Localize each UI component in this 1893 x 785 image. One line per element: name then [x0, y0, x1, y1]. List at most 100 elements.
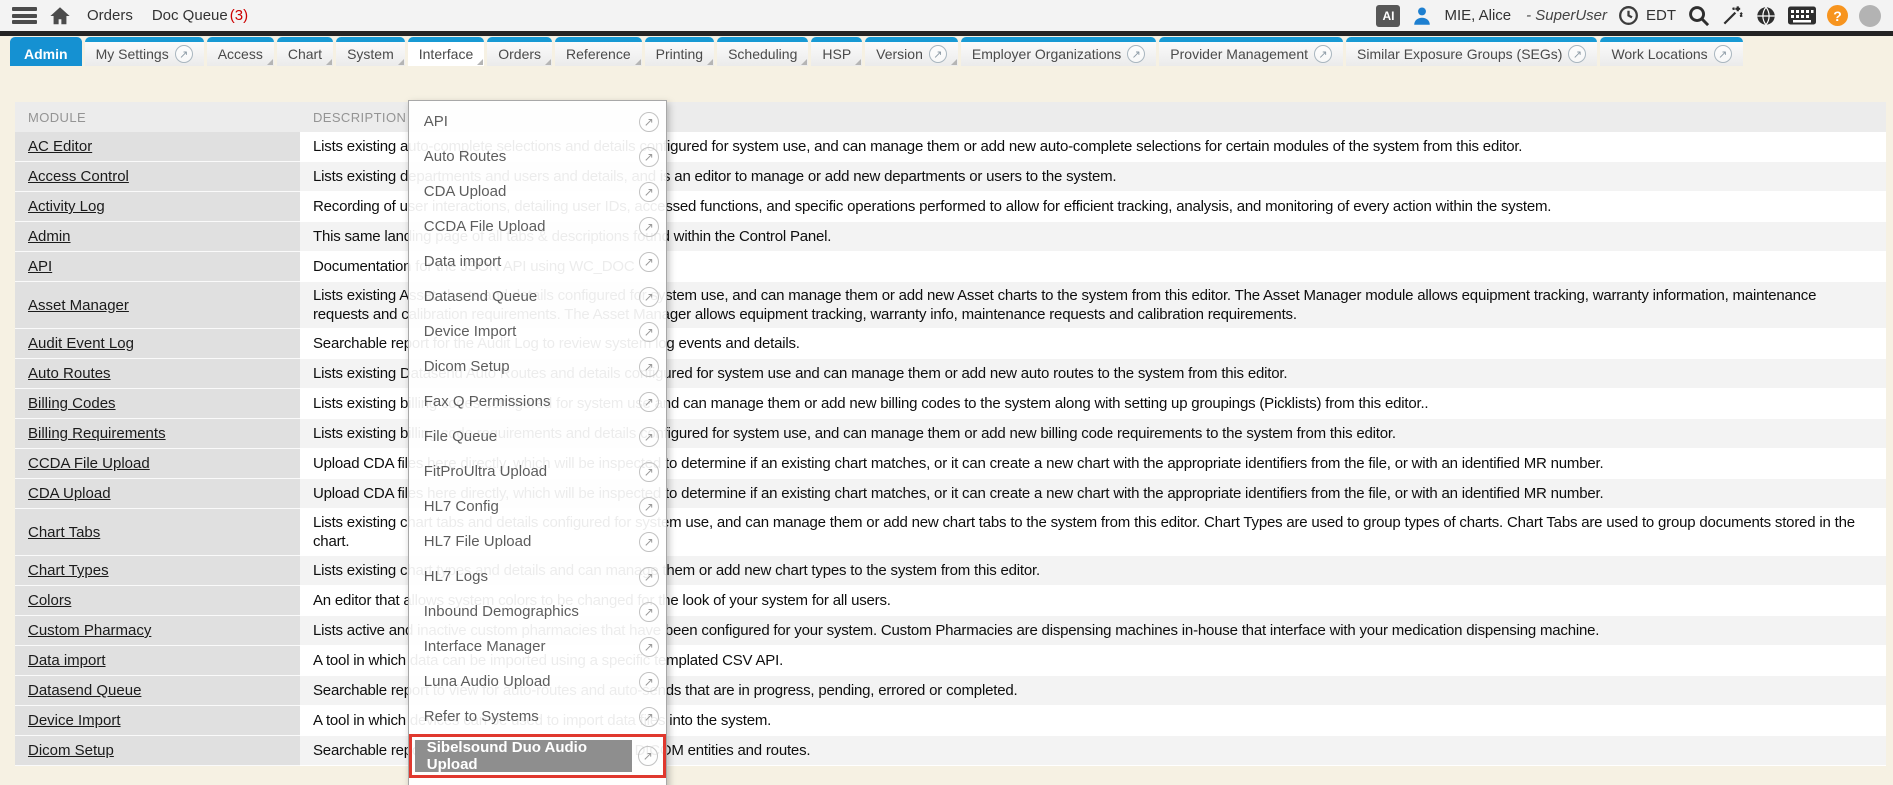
menu-item-label: Auto Routes	[424, 148, 639, 165]
menu-item[interactable]: API ↗	[409, 104, 666, 139]
menu-item[interactable]: Auto Routes ↗	[409, 139, 666, 174]
menu-item[interactable]: HL7 Config ↗	[409, 489, 666, 524]
user-name[interactable]: MIE, Alice	[1444, 7, 1511, 24]
menu-item[interactable]: HL7 File Upload ↗	[409, 524, 666, 559]
menu-item-label: Data import	[424, 253, 639, 270]
module-link[interactable]: Billing Requirements	[28, 425, 166, 442]
menu-item[interactable]: Interface Manager ↗	[409, 629, 666, 664]
tab-item[interactable]: My Settings ↗	[85, 37, 204, 66]
home-icon[interactable]	[48, 5, 72, 27]
module-link[interactable]: Device Import	[28, 712, 121, 729]
module-link[interactable]: AC Editor	[28, 138, 92, 155]
tab-menu-fold-icon	[951, 59, 957, 65]
tab-item[interactable]: Scheduling ↗	[717, 37, 808, 66]
tab-item[interactable]: Version ↗	[865, 37, 958, 66]
menu-item-label: CCDA File Upload	[424, 218, 639, 235]
table-row: Device Import A tool in which devices ca…	[15, 706, 1886, 736]
menu-item[interactable]: Device Import ↗	[409, 314, 666, 349]
tab-item[interactable]: Admin ↗	[10, 37, 82, 66]
tab-menu-fold-icon	[477, 59, 483, 65]
module-link[interactable]: Custom Pharmacy	[28, 622, 151, 639]
external-link-icon: ↗	[639, 707, 659, 727]
module-link[interactable]: Billing Codes	[28, 395, 116, 412]
tab-item[interactable]: Orders ↗	[487, 37, 552, 66]
external-link-icon: ↗	[639, 322, 659, 342]
module-link[interactable]: Chart Types	[28, 562, 109, 579]
tab-label: Similar Exposure Groups (SEGs)	[1357, 46, 1562, 62]
module-link[interactable]: Colors	[28, 592, 71, 609]
external-link-icon: ↗	[639, 672, 659, 692]
clock-icon[interactable]	[1618, 5, 1639, 26]
external-link-icon: ↗	[639, 602, 659, 622]
menu-item[interactable]: CCDA File Upload ↗	[409, 209, 666, 244]
module-link[interactable]: Admin	[28, 228, 71, 245]
wand-icon[interactable]	[1721, 4, 1744, 27]
module-link[interactable]: Auto Routes	[28, 365, 111, 382]
menu-item-label: Dicom Setup	[424, 358, 639, 375]
table-row: Auto Routes Lists existing Datasend Auto…	[15, 359, 1886, 389]
top-bar: Orders Doc Queue(3) AI MIE, Alice - Supe…	[0, 0, 1893, 31]
tab-menu-fold-icon	[801, 59, 807, 65]
keyboard-icon[interactable]	[1788, 6, 1816, 25]
menu-item[interactable]: Luna Audio Upload ↗	[409, 664, 666, 699]
menu-item[interactable]: Sibelsound Duo Audio Upload ↗	[409, 734, 666, 778]
menu-item-label: HL7 Logs	[424, 568, 639, 585]
menu-item[interactable]: Dicom Setup ↗	[409, 349, 666, 384]
tab-item[interactable]: Printing ↗	[645, 37, 714, 66]
menu-item[interactable]: HL7 Logs ↗	[409, 559, 666, 594]
help-icon[interactable]: ?	[1827, 5, 1848, 26]
module-link[interactable]: Data import	[28, 652, 106, 669]
tab-menu-fold-icon	[635, 59, 641, 65]
tab-item[interactable]: System ↗	[336, 37, 405, 66]
module-link[interactable]: CDA Upload	[28, 485, 111, 502]
tab-item[interactable]: HSP ↗	[811, 37, 862, 66]
tab-item[interactable]: Provider Management ↗	[1159, 37, 1343, 66]
menu-item[interactable]: Data import ↗	[409, 244, 666, 279]
table-row: CDA Upload Upload CDA files here directl…	[15, 479, 1886, 509]
menu-item[interactable]: FitProUltra Upload ↗	[409, 454, 666, 489]
tab-label: Chart	[288, 46, 322, 62]
table-row: Chart Types Lists existing chart types a…	[15, 556, 1886, 586]
menu-item[interactable]: CDA Upload ↗	[409, 174, 666, 209]
tab-item[interactable]: Interface ↗	[408, 37, 484, 66]
module-link[interactable]: Activity Log	[28, 198, 105, 215]
tab-label: Admin	[24, 46, 68, 62]
module-link[interactable]: Audit Event Log	[28, 335, 134, 352]
timezone-label: EDT	[1646, 7, 1676, 24]
ai-badge[interactable]: AI	[1376, 5, 1400, 27]
tab-item[interactable]: Work Locations ↗	[1600, 37, 1742, 66]
tab-item[interactable]: Similar Exposure Groups (SEGs) ↗	[1346, 37, 1597, 66]
globe-icon[interactable]	[1755, 5, 1777, 27]
tab-item[interactable]: Chart ↗	[277, 37, 333, 66]
hamburger-menu-icon[interactable]	[12, 7, 37, 24]
external-link-icon: ↗	[638, 746, 658, 766]
menu-item[interactable]: File Queue ↗	[409, 419, 666, 454]
menu-item[interactable]: Refer to Systems ↗	[409, 699, 666, 734]
module-link[interactable]: Chart Tabs	[28, 524, 100, 541]
tab-item[interactable]: Employer Organizations ↗	[961, 37, 1156, 66]
module-link[interactable]: Datasend Queue	[28, 682, 141, 699]
module-link[interactable]: Access Control	[28, 168, 129, 185]
tab-item[interactable]: Access ↗	[207, 37, 274, 66]
menu-item[interactable]: Datasend Queue ↗	[409, 279, 666, 314]
module-link[interactable]: API	[28, 258, 52, 275]
module-link[interactable]: CCDA File Upload	[28, 455, 150, 472]
nav-doc-queue-link[interactable]: Doc Queue(3)	[148, 7, 252, 24]
table-row: AC Editor Lists existing auto-complete s…	[15, 132, 1886, 162]
nav-orders-link[interactable]: Orders	[83, 7, 137, 24]
external-link-icon: ↗	[639, 392, 659, 412]
menu-item[interactable]: Trans Mgr ↗	[409, 778, 666, 785]
module-link[interactable]: Dicom Setup	[28, 742, 114, 759]
status-circle-icon[interactable]	[1859, 5, 1881, 27]
module-link[interactable]: Asset Manager	[28, 297, 129, 314]
interface-dropdown-menu: API ↗ Auto Routes ↗ CDA Upload ↗ CCDA Fi…	[408, 100, 667, 785]
tab-label: Access	[218, 46, 263, 62]
tab-bar: Admin ↗ My Settings ↗ Access ↗ Chart ↗ S…	[0, 36, 1893, 66]
menu-item[interactable]: Fax Q Permissions ↗	[409, 384, 666, 419]
tab-item[interactable]: Reference ↗	[555, 37, 642, 66]
external-link-icon: ↗	[639, 147, 659, 167]
menu-item[interactable]: Inbound Demographics ↗	[409, 594, 666, 629]
search-icon[interactable]	[1687, 4, 1710, 27]
menu-item-label: Inbound Demographics	[424, 603, 639, 620]
tab-label: Provider Management	[1170, 46, 1308, 62]
